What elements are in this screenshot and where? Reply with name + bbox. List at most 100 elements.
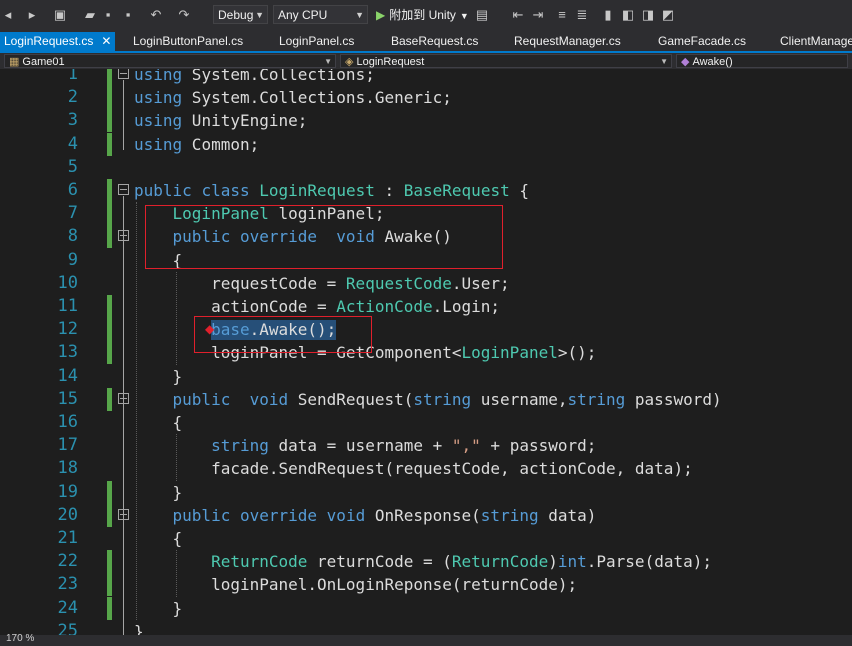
change-marker [107,179,112,202]
code-line[interactable]: 23 loginPanel.OnLoginReponse(returnCode)… [0,573,852,597]
step-icon[interactable]: ⇤ [510,5,526,25]
code-text: actionCode = ActionCode.Login; [134,297,501,316]
save-all-icon[interactable]: ▪ [120,5,136,25]
code-editor[interactable]: 1 using System.Collections; 2 using System.… [0,69,852,635]
code-line[interactable]: 3 using UnityEngine; [0,109,852,133]
code-text: using System.Collections.Generic; [134,88,452,108]
tab-loginbuttonpanel[interactable]: LoginButtonPanel.cs [133,32,243,51]
tab-baserequest[interactable]: BaseRequest.cs [391,32,478,51]
line-number: 5 [67,156,78,177]
platform-dropdown[interactable]: Any CPU ▼ [273,5,368,24]
code-line[interactable]: 18 facade.SendRequest(requestCode, actio… [0,457,852,480]
code-text: requestCode = RequestCode.User; [134,273,510,293]
step-over-icon[interactable]: ⇥ [530,5,546,25]
indent-guide [176,271,178,365]
attach-unity-button[interactable]: ▶ 附加到 Unity ▼ [376,5,469,25]
next-bookmark-icon[interactable]: ◨ [640,5,656,25]
project-dropdown[interactable]: ▦ Game01 ▼ [4,54,336,68]
redo-icon[interactable]: ↷ [176,5,192,25]
line-number: 16 [57,412,78,432]
open-folder-icon[interactable]: ▰ [82,5,98,25]
class-dropdown[interactable]: ◈ LoginRequest ▼ [340,54,672,68]
config-dropdown[interactable]: Debug ▼ [213,5,268,24]
code-line[interactable]: 5 [0,156,852,179]
project-value: Game01 [22,56,65,68]
collapse-icon[interactable] [118,184,129,195]
code-line[interactable]: 10 requestCode = RequestCode.User; [0,272,852,295]
code-text: } [134,598,183,618]
code-text: using Common; [134,134,260,154]
member-value: Awake() [692,56,733,68]
code-line[interactable]: 14 } [0,365,852,388]
code-line[interactable]: 21 { [0,527,852,550]
line-number: 3 [67,110,78,131]
line-number: 13 [57,342,78,363]
change-marker [107,202,112,226]
close-icon[interactable]: ✕ [101,34,111,48]
code-line[interactable]: 4 using Common; [0,132,852,156]
code-text: using System.Collections; [134,69,375,84]
change-marker [107,109,112,133]
line-number: 21 [57,528,78,548]
tab-label: GameFacade.cs [658,34,747,48]
indent-guide [136,202,137,620]
collapse-icon[interactable] [118,69,129,79]
chevron-down-icon: ▼ [324,57,332,66]
method-icon: ◆ [681,56,690,68]
prev-bookmark-icon[interactable]: ◧ [620,5,636,25]
back-icon[interactable]: ◂ [0,5,16,25]
tab-loginpanel[interactable]: LoginPanel.cs [279,32,354,51]
member-dropdown[interactable]: ◆ Awake() [676,54,848,68]
zoom-level[interactable]: 170 % [6,633,34,644]
save-icon[interactable]: ▪ [100,5,116,25]
tab-clientmanager[interactable]: ClientManager [780,32,852,51]
tab-label: LoginRequest.cs [4,34,94,48]
line-number: 11 [57,296,78,316]
change-marker [107,318,112,342]
comment-icon[interactable]: ≡ [554,5,570,25]
bookmark-icon[interactable]: ▮ [600,5,616,25]
code-line[interactable]: 1 using System.Collections; [0,69,852,86]
line-number: 20 [57,504,78,525]
code-line[interactable]: 20 public override void OnResponse(strin… [0,503,852,527]
code-line[interactable]: 17 string data = username + "," + passwo… [0,434,852,457]
code-line[interactable]: 11 actionCode = ActionCode.Login; [0,295,852,318]
code-text: } [134,621,144,635]
play-icon: ▶ [376,8,386,22]
code-line[interactable]: 6 public class LoginRequest : BaseRequest… [0,179,852,202]
code-line[interactable]: 25} [0,620,852,635]
line-number: 17 [57,435,78,456]
code-line[interactable]: 22 ReturnCode returnCode = (ReturnCode)i… [0,550,852,574]
forward-icon[interactable]: ▸ [24,5,40,25]
uncomment-icon[interactable]: ≣ [574,5,590,25]
browser-icon[interactable]: ▤ [474,5,490,25]
tab-gamefacade[interactable]: GameFacade.cs [658,32,746,51]
code-line[interactable]: 15 public void SendRequest(string userna… [0,387,852,411]
code-text: facade.SendRequest(requestCode, actionCo… [134,459,693,479]
code-text: public class LoginRequest : BaseRequest … [134,181,529,200]
line-number: 15 [57,388,78,409]
code-text: public override void OnResponse(string d… [172,505,597,525]
tab-requestmanager[interactable]: RequestManager.cs [514,32,621,51]
indent-guide [176,550,178,597]
code-line[interactable]: 19 } [0,480,852,504]
new-item-icon[interactable]: ▣ [52,5,68,25]
line-number: 2 [67,87,78,108]
tab-loginrequest[interactable]: LoginRequest.cs ✕ [0,32,116,51]
code-line[interactable]: 13 loginPanel = GetComponent<LoginPanel>… [0,341,852,365]
code-line[interactable]: 24 } [0,596,852,620]
annotation-box [194,316,372,353]
tab-label: RequestManager.cs [514,34,621,48]
code-line[interactable]: 12 base.Awake(); [0,318,852,342]
undo-icon[interactable]: ↶ [148,5,164,25]
chevron-down-icon: ▼ [660,57,668,66]
clear-bookmark-icon[interactable]: ◩ [660,5,676,25]
code-line[interactable]: 16 { [0,411,852,434]
change-marker [107,550,112,574]
code-line[interactable]: 2 using System.Collections.Generic; [0,86,852,110]
line-number: 8 [67,226,78,247]
tab-label: LoginPanel.cs [279,34,355,48]
change-marker [107,132,112,156]
fold-line [123,404,124,498]
line-number: 23 [57,574,78,595]
